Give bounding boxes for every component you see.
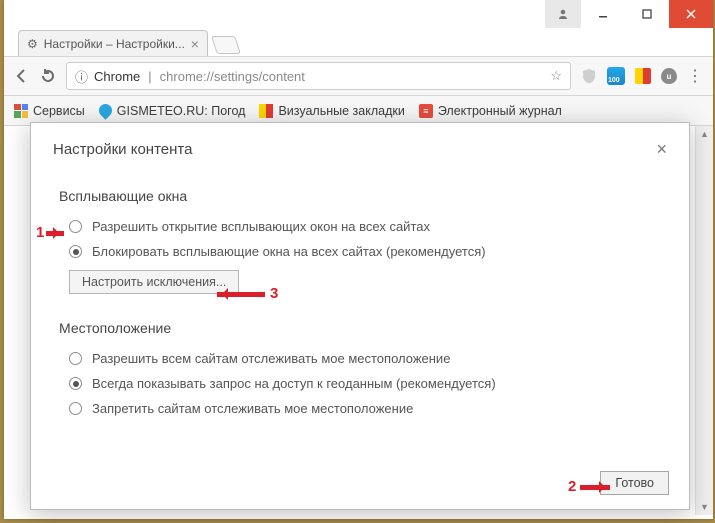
tab-title: Настройки – Настройки... (44, 37, 185, 51)
content-settings-dialog: Настройки контента × Всплывающие окна Ра… (30, 122, 690, 510)
location-allow-option[interactable]: Разрешить всем сайтам отслеживать мое ме… (59, 346, 661, 371)
apps-icon (14, 104, 28, 118)
window-user-button[interactable] (545, 0, 581, 28)
bookmark-journal[interactable]: ≡ Электронный журнал (419, 104, 562, 118)
tab-close-icon[interactable]: × (191, 36, 199, 52)
new-tab-button[interactable] (211, 36, 241, 54)
gear-icon: ⚙ (27, 37, 38, 51)
location-ask-option[interactable]: Всегда показывать запрос на доступ к гео… (59, 371, 661, 396)
popups-section-title: Всплывающие окна (59, 188, 661, 204)
url-text: chrome://settings/content (160, 69, 545, 84)
scroll-up-icon[interactable]: ▲ (696, 126, 713, 142)
radio-checked-icon (69, 245, 82, 258)
nav-back-button[interactable] (14, 68, 30, 84)
dialog-close-button[interactable]: × (656, 139, 667, 160)
browser-toolbar: ⓘ Chrome | chrome://settings/content ☆ u… (4, 56, 713, 96)
site-info-icon[interactable]: ⓘ (75, 67, 88, 86)
scroll-down-icon[interactable]: ▼ (696, 499, 713, 515)
shield-icon[interactable] (581, 68, 597, 84)
popups-block-option[interactable]: Блокировать всплывающие окна на всех сай… (59, 239, 661, 264)
popups-exceptions-button[interactable]: Настроить исключения... (69, 270, 239, 294)
option-label: Разрешить всем сайтам отслеживать мое ме… (92, 351, 450, 366)
browser-menu-button[interactable]: ⋮ (687, 66, 703, 86)
tab-strip: ⚙ Настройки – Настройки... × (4, 28, 713, 56)
option-label: Всегда показывать запрос на доступ к гео… (92, 376, 496, 391)
url-scheme-label: Chrome (94, 69, 140, 84)
browser-tab[interactable]: ⚙ Настройки – Настройки... × (18, 30, 208, 56)
journal-icon: ≡ (419, 104, 433, 118)
omnibox[interactable]: ⓘ Chrome | chrome://settings/content ☆ (66, 62, 571, 90)
radio-icon (69, 220, 82, 233)
popups-allow-option[interactable]: Разрешить открытие всплывающих окон на в… (59, 214, 661, 239)
extension-counter-icon[interactable] (607, 67, 625, 85)
window-maximize-button[interactable] (625, 0, 669, 28)
extension-icons: u (581, 67, 677, 85)
radio-icon (69, 352, 82, 365)
window-close-button[interactable] (669, 0, 713, 28)
visual-icon (259, 104, 273, 118)
bookmark-star-icon[interactable]: ☆ (550, 68, 562, 84)
nav-reload-button[interactable] (40, 68, 56, 84)
dialog-done-button[interactable]: Готово (600, 471, 669, 495)
browser-window: ⚙ Настройки – Настройки... × ⓘ Chrome | … (4, 0, 713, 519)
option-label: Запретить сайтам отслеживать мое местопо… (92, 401, 413, 416)
drop-icon (96, 101, 114, 119)
window-titlebar (4, 0, 713, 28)
radio-checked-icon (69, 377, 82, 390)
bookmark-visual[interactable]: Визуальные закладки (259, 104, 404, 118)
location-deny-option[interactable]: Запретить сайтам отслеживать мое местопо… (59, 396, 661, 421)
extension-ya-icon[interactable] (635, 68, 651, 84)
dialog-title: Настройки контента (53, 141, 656, 158)
window-minimize-button[interactable] (581, 0, 625, 28)
extension-ublock-icon[interactable]: u (661, 68, 677, 84)
location-section-title: Местоположение (59, 320, 661, 336)
bookmark-apps[interactable]: Сервисы (14, 104, 85, 118)
radio-icon (69, 402, 82, 415)
bookmark-gismeteo[interactable]: GISMETEO.RU: Погод (99, 104, 246, 118)
page-scrollbar[interactable]: ▲ ▼ (695, 126, 713, 515)
option-label: Блокировать всплывающие окна на всех сай… (92, 244, 486, 259)
option-label: Разрешить открытие всплывающих окон на в… (92, 219, 430, 234)
